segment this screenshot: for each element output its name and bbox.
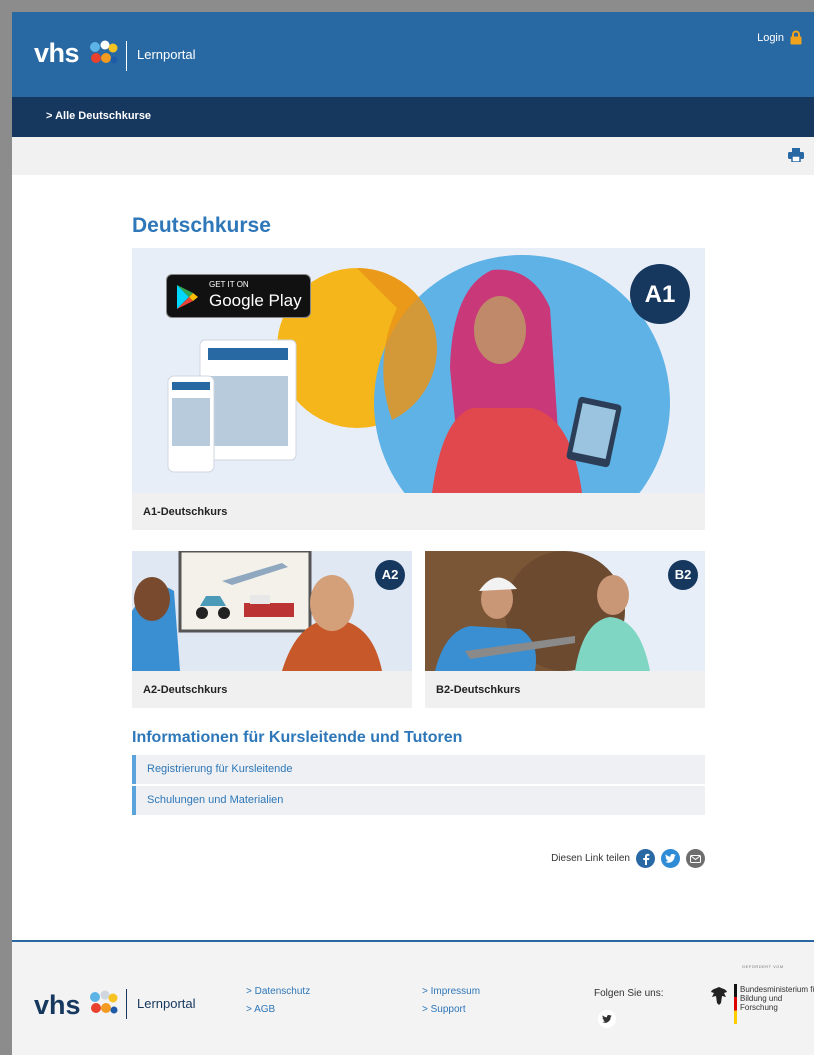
site-header: vhs Lernportal Login: [12, 12, 814, 97]
login-label: Login: [757, 31, 784, 44]
level-badge-a1: A1: [644, 281, 676, 308]
print-icon[interactable]: [788, 148, 804, 162]
share-bar: Diesen Link teilen: [551, 849, 705, 868]
main-content: Deutschkurse GET IT ON Google Play A1 A1…: [132, 214, 705, 868]
lock-icon: [790, 30, 802, 45]
footer-twitter-icon[interactable]: [598, 1010, 616, 1028]
b2-illustration: [425, 551, 705, 671]
funded-by-label: GEFÖRDERT VOM: [742, 964, 784, 969]
footer-link-support[interactable]: > Support: [422, 1001, 480, 1019]
footer-logo-subtitle: Lernportal: [137, 996, 196, 1011]
footer-links-col1: > Datenschutz > AGB: [246, 983, 310, 1019]
footer-link-agb[interactable]: > AGB: [246, 1001, 310, 1019]
info-link-registration[interactable]: Registrierung für Kursleitende: [132, 755, 705, 784]
toolbar: [12, 137, 814, 175]
share-label: Diesen Link teilen: [551, 853, 630, 864]
footer-logo-dots-icon: [90, 990, 118, 1014]
google-play-badge[interactable]: GET IT ON Google Play: [166, 274, 311, 318]
footer-link-impressum[interactable]: > Impressum: [422, 983, 480, 1001]
logo-dots-icon: [90, 40, 118, 64]
footer-logo-separator: [126, 989, 127, 1019]
login-link[interactable]: Login: [757, 30, 802, 45]
store-badge-main: Google Play: [209, 291, 302, 310]
facebook-icon[interactable]: [636, 849, 655, 868]
email-icon[interactable]: [686, 849, 705, 868]
vhs-logo[interactable]: vhs: [34, 38, 80, 69]
logo-separator: [126, 41, 127, 71]
follow-label: Folgen Sie uns:: [594, 988, 664, 999]
info-link-training[interactable]: Schulungen und Materialien: [132, 786, 705, 815]
footer-link-datenschutz[interactable]: > Datenschutz: [246, 983, 310, 1001]
all-courses-link[interactable]: > Alle Deutschkurse: [46, 110, 151, 122]
federal-eagle-icon: [711, 987, 727, 1005]
ministry-label: Bundesministerium für Bildung und Forsch…: [740, 985, 814, 1012]
site-footer: vhs Lernportal > Datenschutz > AGB > Imp…: [12, 940, 814, 1055]
flag-stripe: [734, 984, 737, 1024]
b2-image: B2: [425, 551, 705, 671]
page-title: Deutschkurse: [132, 214, 271, 237]
store-badge-top: GET IT ON: [209, 280, 249, 289]
footer-vhs-logo[interactable]: vhs: [34, 990, 81, 1021]
a1-hero-image: GET IT ON Google Play A1: [132, 248, 705, 493]
b2-label: B2-Deutschkurs: [425, 671, 705, 708]
info-heading: Informationen für Kursleitende und Tutor…: [132, 729, 463, 746]
a2-illustration: [132, 551, 412, 671]
a2-label: A2-Deutschkurs: [132, 671, 412, 708]
level-badge-b2: B2: [674, 567, 692, 582]
breadcrumb-bar: > Alle Deutschkurse: [12, 97, 814, 137]
logo-subtitle: Lernportal: [137, 47, 196, 62]
course-card-a2[interactable]: A2 A2-Deutschkurs: [132, 551, 412, 708]
course-card-b2[interactable]: B2 B2-Deutschkurs: [425, 551, 705, 708]
a1-label: A1-Deutschkurs: [132, 493, 705, 530]
a2-image: A2: [132, 551, 412, 671]
level-badge-a2: A2: [381, 567, 399, 582]
twitter-icon[interactable]: [661, 849, 680, 868]
course-card-a1[interactable]: GET IT ON Google Play A1 A1-Deutschkurs: [132, 248, 705, 530]
footer-links-col2: > Impressum > Support: [422, 983, 480, 1019]
play-store-icon: [177, 285, 198, 309]
